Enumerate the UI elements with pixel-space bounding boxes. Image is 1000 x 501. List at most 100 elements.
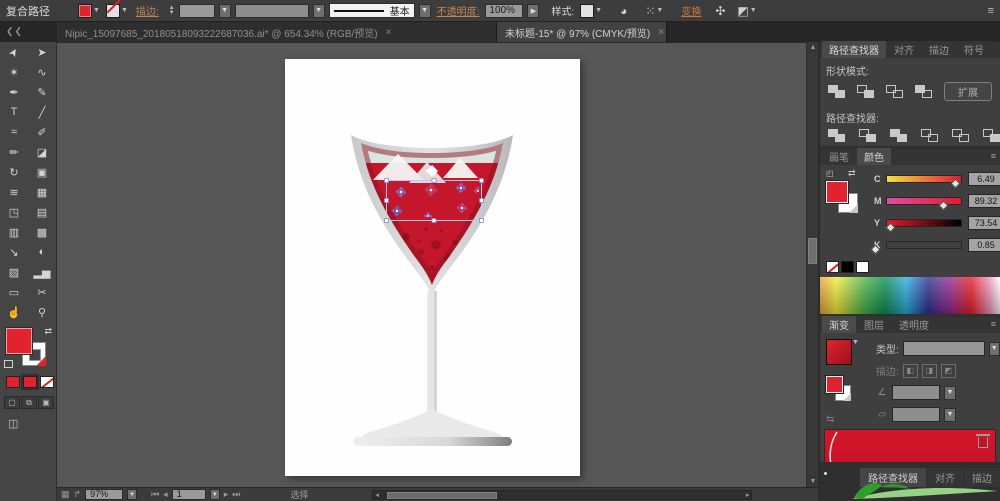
- artboard[interactable]: [285, 59, 580, 476]
- panel-tab[interactable]: 路径查找器: [822, 41, 886, 58]
- stroke-along-button[interactable]: ◨: [921, 363, 937, 378]
- panel-menu-icon[interactable]: ≡: [988, 5, 994, 17]
- tab-transparency[interactable]: 透明度: [892, 316, 936, 333]
- fill-proxy[interactable]: [826, 376, 843, 393]
- black-swatch[interactable]: [841, 261, 854, 273]
- white-swatch[interactable]: [856, 261, 869, 273]
- style-swatch-button[interactable]: ▼: [580, 3, 602, 18]
- screen-mode-button[interactable]: ◫: [8, 417, 56, 430]
- fill-stroke-control[interactable]: ⇄: [4, 326, 54, 368]
- chevron-down-icon[interactable]: ▼: [218, 3, 231, 18]
- tool-selection[interactable]: ➤: [0, 42, 28, 62]
- tool-eraser[interactable]: ◪: [28, 142, 56, 162]
- reverse-gradient-icon[interactable]: ⇆: [826, 414, 870, 425]
- stroke-color-button[interactable]: ▼: [105, 3, 128, 18]
- horizontal-scrollbar[interactable]: ◂ ▸: [372, 489, 753, 500]
- tab-color[interactable]: 颜色: [857, 148, 891, 165]
- vscroll-thumb[interactable]: [808, 238, 817, 264]
- opacity-link[interactable]: 不透明度:: [437, 3, 480, 18]
- fill-color-button[interactable]: ▼: [78, 3, 100, 18]
- tool-shape-builder[interactable]: ◳: [0, 202, 28, 222]
- color-spectrum-bar[interactable]: [820, 277, 1000, 314]
- stroke-across-button[interactable]: ◩: [940, 363, 956, 378]
- chevron-right-icon[interactable]: ▶: [527, 3, 540, 18]
- chevron-down-icon[interactable]: ▼: [852, 339, 859, 346]
- merge-button[interactable]: [890, 129, 907, 142]
- variable-width-select[interactable]: [234, 3, 309, 18]
- isolate-selected-icon[interactable]: ✣: [715, 4, 725, 18]
- tool-line-segment[interactable]: ╱: [28, 102, 56, 122]
- tool-mesh[interactable]: ▥: [0, 222, 28, 242]
- unite-button[interactable]: [828, 85, 845, 98]
- tool-width-tool[interactable]: ≋: [0, 182, 28, 202]
- chevron-down-icon[interactable]: ▼: [312, 3, 325, 18]
- expand-button[interactable]: 扩展: [944, 82, 992, 101]
- tool-direct-selection[interactable]: ➤: [28, 42, 56, 62]
- chevron-down-icon[interactable]: ▼: [944, 385, 956, 400]
- tool-lasso[interactable]: ∿: [28, 62, 56, 82]
- none-swatch[interactable]: [826, 261, 839, 273]
- document-tab-inactive[interactable]: Nipic_15097685_20180518093222687036.ai* …: [57, 22, 497, 42]
- color-proxy-swatches[interactable]: ◰ ⇄: [826, 168, 870, 221]
- gradient-fill-stroke[interactable]: [826, 376, 862, 410]
- outline-button[interactable]: [952, 129, 969, 142]
- tool-pencil[interactable]: ✏: [0, 142, 28, 162]
- color-mode-button[interactable]: [6, 376, 20, 388]
- channel-slider[interactable]: [886, 219, 962, 227]
- chevron-down-icon[interactable]: ▼: [944, 407, 956, 422]
- panel-tab[interactable]: 对齐: [887, 41, 921, 58]
- fill-proxy[interactable]: [6, 328, 32, 354]
- tool-eyedropper[interactable]: ↘: [0, 242, 28, 262]
- tool-pen[interactable]: ✒: [0, 82, 28, 102]
- fill-proxy[interactable]: [826, 181, 848, 203]
- draw-normal-button[interactable]: ▢: [4, 396, 20, 409]
- tool-blend[interactable]: ◐: [28, 242, 56, 262]
- recolor-artwork-icon[interactable]: ◕: [620, 4, 627, 18]
- crop-button[interactable]: [921, 129, 938, 142]
- tool-free-transform[interactable]: ▣: [28, 162, 56, 182]
- channel-slider[interactable]: [886, 241, 962, 249]
- stroke-weight-field[interactable]: [178, 3, 215, 18]
- tool-hand[interactable]: ☝: [0, 302, 28, 322]
- artboard-number-field[interactable]: 1: [171, 489, 206, 500]
- minus-back-button[interactable]: [983, 129, 1000, 142]
- draw-behind-button[interactable]: ⧉: [21, 396, 37, 409]
- transform-link[interactable]: 变换: [681, 3, 701, 18]
- tool-artboard[interactable]: ▭: [0, 282, 28, 302]
- tool-puppet-warp[interactable]: ▦: [28, 182, 56, 202]
- tool-column-graph[interactable]: ▂▅: [28, 262, 56, 282]
- gradient-aspect-field[interactable]: [892, 407, 940, 422]
- channel-value-field[interactable]: 6.49: [968, 172, 1000, 186]
- tool-type[interactable]: T: [0, 102, 28, 122]
- gradient-type-select[interactable]: [902, 341, 985, 356]
- export-icon[interactable]: ↱: [74, 489, 82, 500]
- tool-perspective-grid[interactable]: ▤: [28, 202, 56, 222]
- tools-collapse-icon[interactable]: ❮❮: [6, 26, 23, 37]
- panel-menu-icon[interactable]: ≡: [991, 319, 996, 329]
- scroll-left-icon[interactable]: ◂: [375, 491, 379, 500]
- default-fill-stroke-icon[interactable]: [4, 360, 13, 368]
- stroke-within-button[interactable]: ◧: [902, 363, 918, 378]
- tool-slice[interactable]: ✂: [28, 282, 56, 302]
- tool-curvature-pen[interactable]: ✎: [28, 82, 56, 102]
- select-similar-icon[interactable]: ◩ ▼: [737, 4, 756, 18]
- exclude-button[interactable]: [915, 85, 932, 98]
- delete-stop-icon[interactable]: [976, 434, 990, 448]
- first-artboard-icon[interactable]: ⏮: [151, 489, 159, 500]
- draw-inside-button[interactable]: ▣: [38, 396, 54, 409]
- prev-artboard-icon[interactable]: ◂: [163, 489, 168, 500]
- next-artboard-icon[interactable]: ▸: [224, 489, 229, 500]
- intersect-button[interactable]: [886, 85, 903, 98]
- grid-icon[interactable]: ▦: [61, 489, 70, 500]
- gradient-angle-field[interactable]: [892, 385, 940, 400]
- minus-front-button[interactable]: [857, 85, 874, 98]
- channel-value-field[interactable]: 0.85: [968, 238, 1000, 252]
- hscroll-thumb[interactable]: [387, 491, 498, 499]
- tool-shaper[interactable]: ≈: [0, 122, 28, 142]
- opacity-field[interactable]: 100%: [485, 3, 524, 18]
- tool-magic-wand[interactable]: ✶: [0, 62, 28, 82]
- tool-zoom[interactable]: ⚲: [28, 302, 56, 322]
- brush-definition-select[interactable]: 基本: [328, 3, 415, 18]
- panel-tab[interactable]: 描边: [922, 41, 956, 58]
- gradient-mode-button[interactable]: [23, 376, 37, 388]
